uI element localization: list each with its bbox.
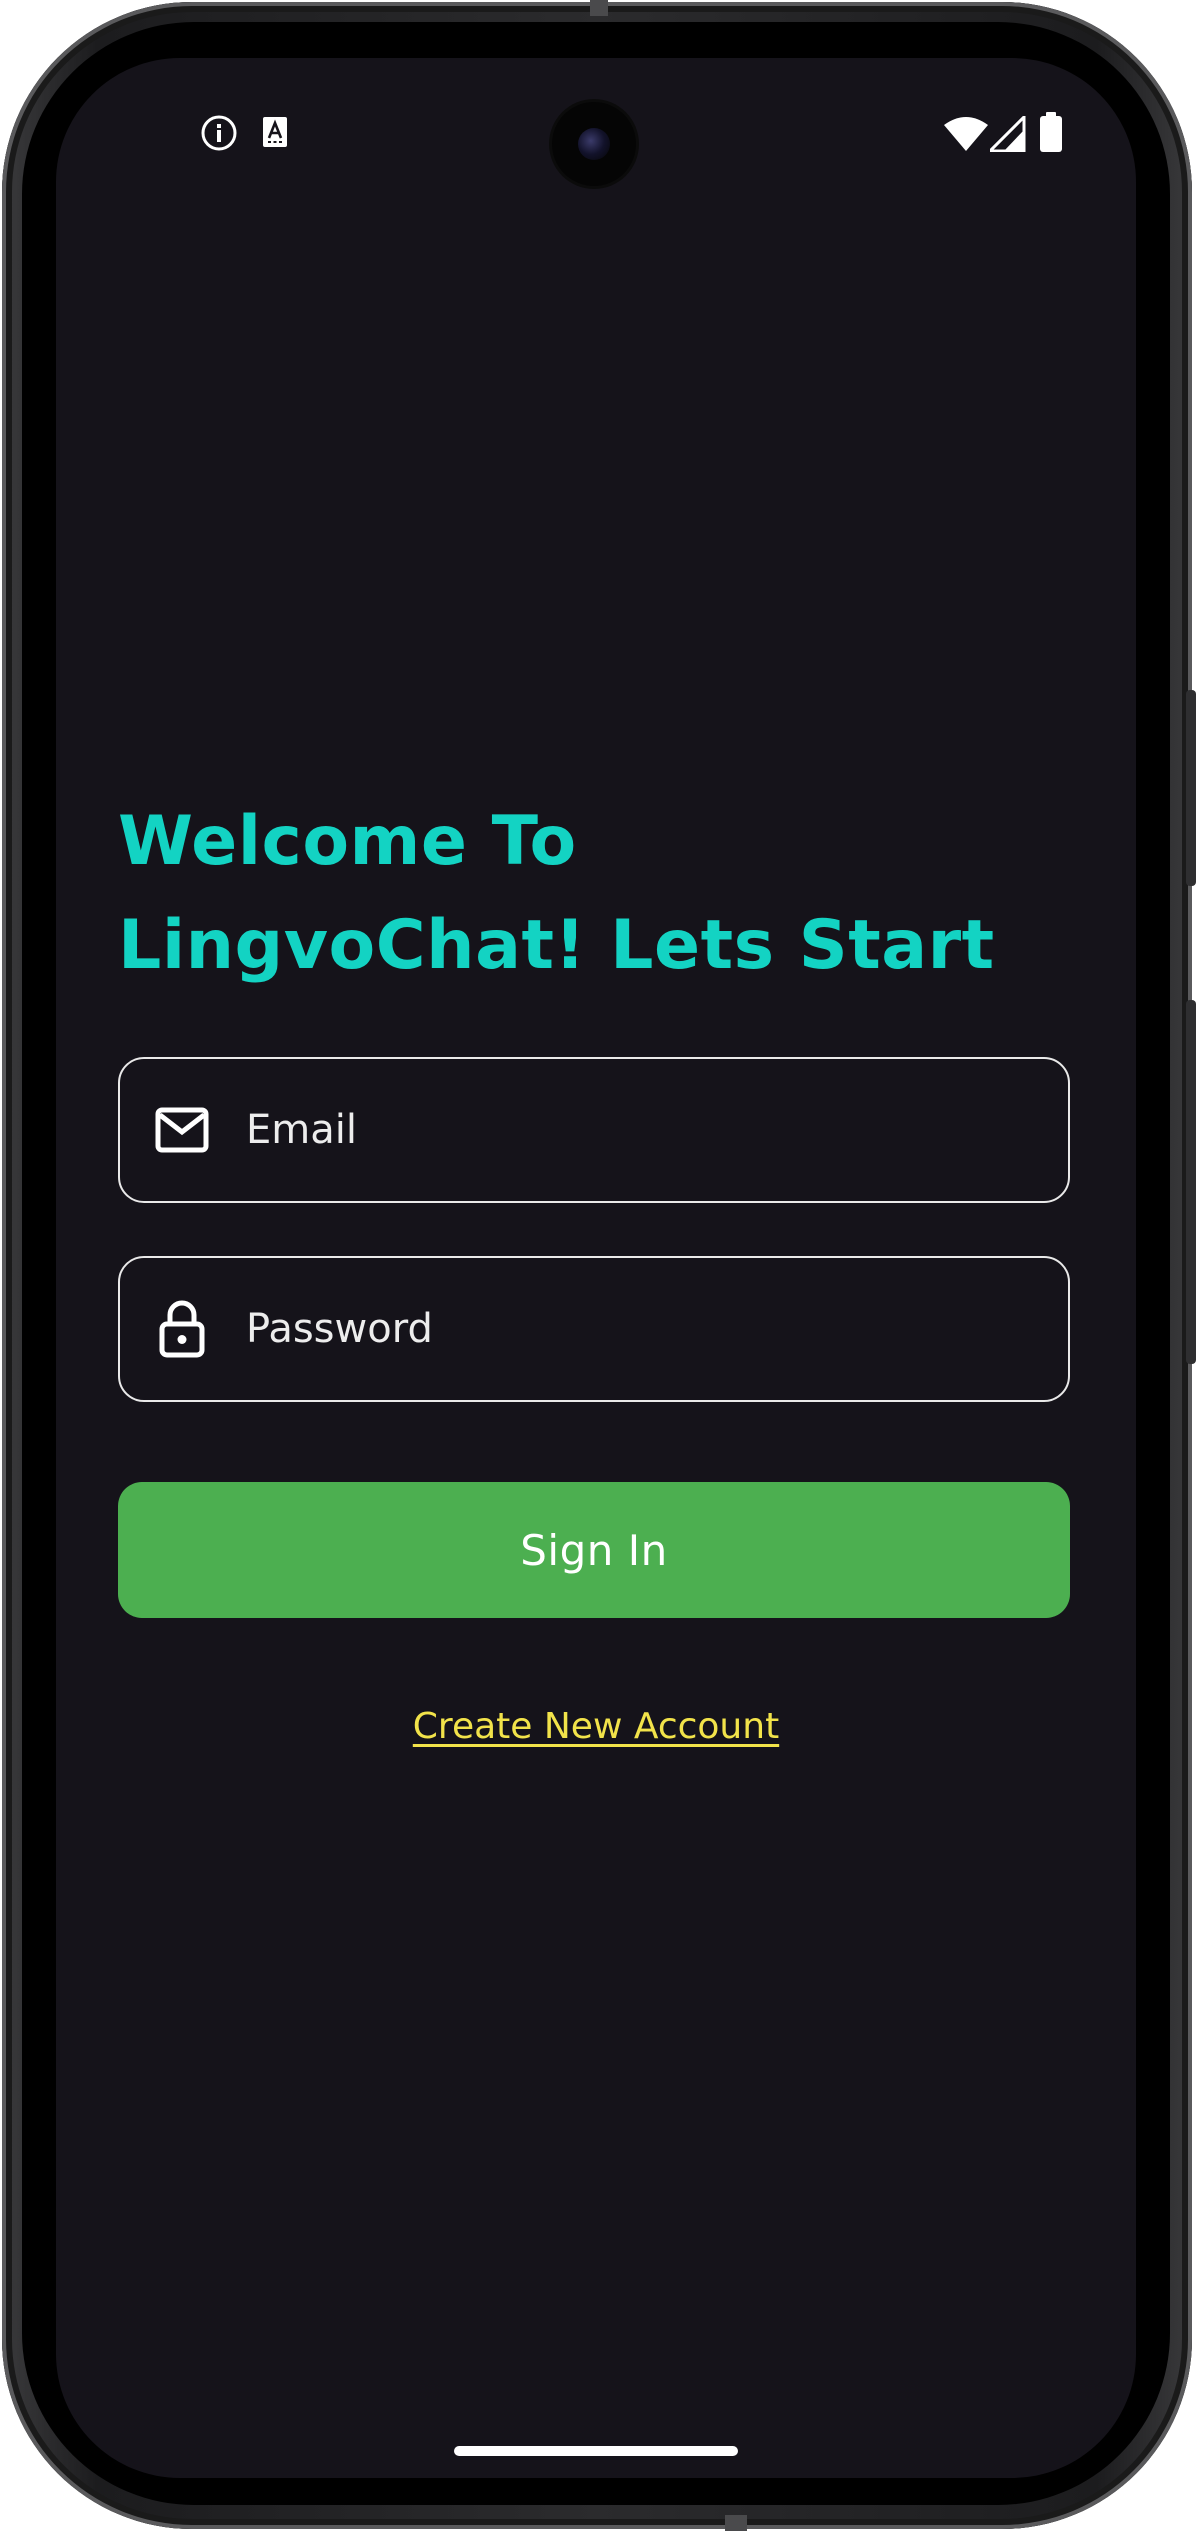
lock-icon [154, 1300, 210, 1358]
create-account-link[interactable]: Create New Account [56, 1706, 1136, 1747]
password-field[interactable]: Password [118, 1256, 1070, 1402]
password-placeholder: Password [246, 1306, 433, 1352]
volume-button [1186, 690, 1196, 886]
sign-in-button[interactable]: Sign In [118, 1482, 1070, 1618]
home-indicator[interactable] [454, 2446, 738, 2456]
welcome-title-line2: LingvoChat! Lets Start [118, 906, 995, 985]
antenna-line-top [590, 0, 608, 16]
battery-icon [1040, 112, 1062, 157]
welcome-title-line1: Welcome To [118, 802, 577, 881]
email-field[interactable]: Email [118, 1057, 1070, 1203]
keyboard-a-icon [262, 116, 288, 153]
front-camera [552, 102, 636, 186]
phone-device: Welcome To LingvoChat! Lets Start Email … [0, 0, 1198, 2531]
antenna-line-bottom [725, 2515, 747, 2531]
status-bar [56, 58, 1136, 198]
welcome-title: Welcome To LingvoChat! Lets Start [118, 790, 1078, 998]
envelope-icon [154, 1102, 210, 1158]
power-button [1186, 1000, 1196, 1364]
cell-signal-icon [986, 113, 1026, 157]
info-icon [200, 114, 238, 157]
wifi-icon [944, 116, 988, 157]
app-screen: Welcome To LingvoChat! Lets Start Email … [56, 58, 1136, 2478]
email-placeholder: Email [246, 1107, 357, 1153]
